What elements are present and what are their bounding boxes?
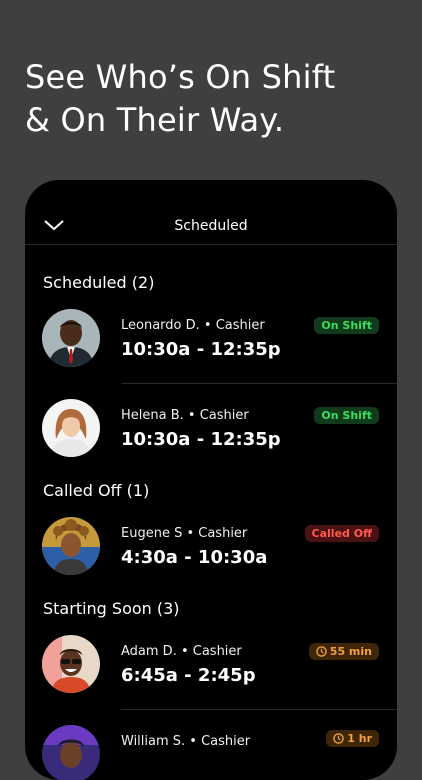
- badge-label: 1 hr: [347, 732, 372, 745]
- shift-row-eugene[interactable]: Eugene S • Cashier 4:30a - 10:30a Called…: [25, 515, 397, 605]
- employee-name: Adam D. • Cashier: [121, 644, 242, 659]
- status-badge-called-off: Called Off: [304, 525, 379, 542]
- clock-icon: [333, 733, 345, 744]
- avatar: [42, 635, 100, 693]
- employee-name: Leonardo D. • Cashier: [121, 318, 265, 333]
- employee-name: William S. • Cashier: [121, 734, 251, 749]
- headline: See Who’s On Shift & On Their Way.: [25, 56, 335, 142]
- employee-name: Eugene S • Cashier: [121, 526, 248, 541]
- shift-row-william[interactable]: William S. • Cashier 1 hr: [25, 709, 397, 780]
- headline-line-1: See Who’s On Shift: [25, 58, 336, 96]
- headline-line-2: & On Their Way.: [25, 101, 285, 139]
- row-divider: [121, 709, 397, 710]
- avatar: [42, 309, 100, 367]
- badge-label: 55 min: [329, 645, 372, 658]
- avatar: [42, 725, 100, 780]
- shift-row-helena[interactable]: Helena B. • Cashier 10:30a - 12:35p On S…: [25, 383, 397, 473]
- shift-time: 10:30a - 12:35p: [121, 339, 281, 360]
- shift-time: 6:45a - 2:45p: [121, 665, 256, 686]
- status-badge-on-shift: On Shift: [314, 407, 379, 424]
- phone-screen: Scheduled Scheduled (2) Leonardo D. • Ca…: [25, 180, 397, 780]
- top-bar: Scheduled: [25, 180, 397, 245]
- section-title-starting-soon: Starting Soon (3): [43, 599, 180, 618]
- row-divider: [121, 383, 397, 384]
- status-badge-starting: 55 min: [308, 643, 379, 660]
- page-title: Scheduled: [174, 218, 248, 234]
- avatar: [42, 399, 100, 457]
- section-title-scheduled: Scheduled (2): [43, 273, 155, 292]
- section-title-called-off: Called Off (1): [43, 481, 150, 500]
- status-badge-starting: 1 hr: [326, 730, 379, 747]
- employee-name: Helena B. • Cashier: [121, 408, 249, 423]
- shift-time: 10:30a - 12:35p: [121, 429, 281, 450]
- avatar: [42, 517, 100, 575]
- status-badge-on-shift: On Shift: [314, 317, 379, 334]
- shift-time: 4:30a - 10:30a: [121, 547, 268, 568]
- clock-icon: [316, 646, 327, 657]
